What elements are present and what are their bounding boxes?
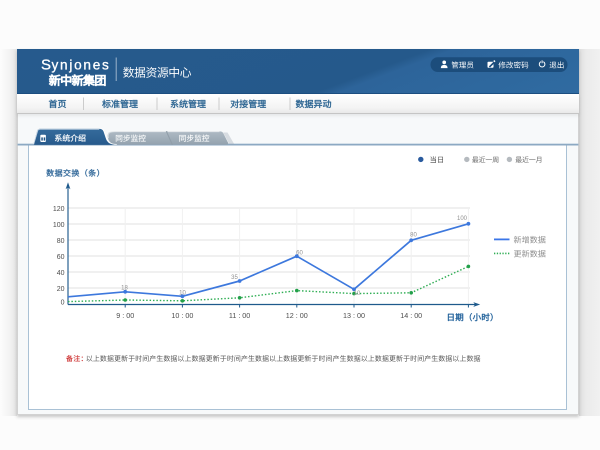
svg-text:60: 60 [57, 254, 65, 261]
svg-text:14 : 00: 14 : 00 [400, 311, 422, 320]
svg-text:100: 100 [457, 216, 468, 222]
svg-text:40: 40 [57, 270, 65, 277]
svg-text:20: 20 [57, 286, 65, 293]
svg-text:13 : 00: 13 : 00 [343, 311, 365, 320]
svg-text:10: 10 [179, 290, 186, 296]
svg-text:12 : 00: 12 : 00 [286, 311, 308, 320]
svg-text:80: 80 [57, 238, 65, 245]
svg-text:ynjones: ynjones [52, 57, 111, 72]
svg-text:0: 0 [61, 300, 65, 307]
svg-text:35: 35 [231, 275, 238, 281]
svg-text:10: 10 [354, 291, 361, 297]
svg-text:80: 80 [410, 233, 417, 239]
svg-text:120: 120 [53, 206, 65, 213]
svg-text:9 : 00: 9 : 00 [116, 311, 134, 320]
svg-text:18: 18 [121, 286, 128, 292]
svg-text:100: 100 [53, 222, 65, 229]
svg-text:60: 60 [296, 251, 303, 257]
svg-text:S: S [41, 56, 51, 73]
svg-text:11 : 00: 11 : 00 [229, 311, 250, 320]
svg-text:10 : 00: 10 : 00 [171, 311, 193, 320]
